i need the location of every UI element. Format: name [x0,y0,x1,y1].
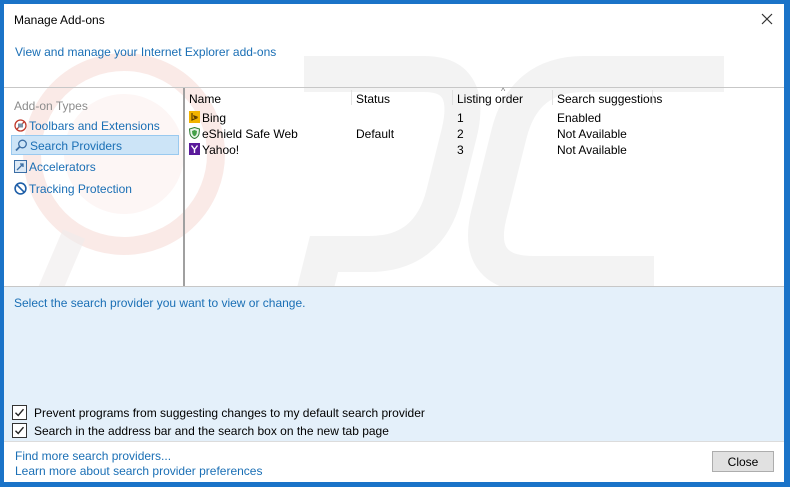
sidebar-item-toolbars[interactable]: Toolbars and Extensions [11,116,179,136]
column-divider[interactable] [452,90,453,105]
sidebar-item-label: Search Providers [30,139,123,153]
row-order: 1 [457,111,464,125]
toolbars-icon [14,119,27,132]
row-suggestions: Not Available [557,127,627,141]
title-bar: Manage Add-ons [4,4,784,34]
checkmark-icon [15,408,25,417]
column-divider[interactable] [351,90,352,105]
prevent-suggest-changes-checkbox[interactable] [12,405,27,420]
addon-types-pane: Add-on Types Toolbars and Extensions Sea… [4,88,183,286]
table-row[interactable]: Bing 1 Enabled [185,110,784,126]
accelerators-icon [14,160,27,173]
learn-more-preferences-link[interactable]: Learn more about search provider prefere… [15,464,262,478]
prevent-suggest-changes-checkbox-row[interactable]: Prevent programs from suggesting changes… [12,405,425,421]
header-description-link[interactable]: View and manage your Internet Explorer a… [15,45,276,59]
row-name: Bing [202,111,227,125]
column-header-search-suggestions[interactable]: Search suggestions [557,92,662,106]
row-name: Yahoo! [202,143,240,157]
list-header: Name Status ^ Listing order Search sugge… [185,86,784,106]
search-address-bar-checkbox-row[interactable]: Search in the address bar and the search… [12,423,389,439]
row-suggestions: Enabled [557,111,602,125]
search-address-bar-checkbox[interactable] [12,423,27,438]
table-row[interactable]: eShield Safe Web Default 2 Not Available [185,126,784,142]
sidebar-item-tracking-protection[interactable]: Tracking Protection [11,179,179,199]
close-button[interactable]: Close [712,451,774,472]
column-header-name[interactable]: Name [189,92,221,106]
checkmark-icon [15,426,25,435]
tracking-protection-icon [14,182,27,195]
checkbox-label: Prevent programs from suggesting changes… [34,406,425,420]
sidebar-item-label: Toolbars and Extensions [29,119,160,133]
column-header-listing-order[interactable]: Listing order [457,92,523,106]
checkbox-label: Search in the address bar and the search… [34,424,389,438]
footer: Find more search providers... Learn more… [4,441,784,482]
footer-divider [4,441,784,442]
row-order: 3 [457,143,464,157]
sidebar-item-label: Accelerators [29,160,96,174]
row-status: Default [356,127,395,141]
row-suggestions: Not Available [557,143,627,157]
bing-icon [189,111,200,123]
row-name: eShield Safe Web [202,127,298,141]
addon-types-heading: Add-on Types [14,99,88,113]
sidebar-item-label: Tracking Protection [29,182,132,196]
window-title: Manage Add-ons [14,13,105,27]
sidebar-item-accelerators[interactable]: Accelerators [11,157,179,177]
column-divider[interactable] [652,90,653,105]
manage-addons-window: Manage Add-ons View and manage your Inte… [4,4,784,482]
details-prompt: Select the search provider you want to v… [14,296,306,310]
yahoo-icon [189,143,200,155]
column-divider[interactable] [552,90,553,105]
search-providers-list: Name Status ^ Listing order Search sugge… [185,86,784,286]
table-row[interactable]: Yahoo! 3 Not Available [185,142,784,158]
row-order: 2 [457,127,464,141]
eshield-icon [189,127,200,139]
find-more-providers-link[interactable]: Find more search providers... [15,449,171,463]
sidebar-item-search-providers[interactable]: Search Providers [11,135,179,155]
details-pane: Select the search provider you want to v… [4,287,784,441]
close-icon[interactable] [756,8,778,30]
column-header-status[interactable]: Status [356,92,390,106]
search-icon [15,139,27,152]
